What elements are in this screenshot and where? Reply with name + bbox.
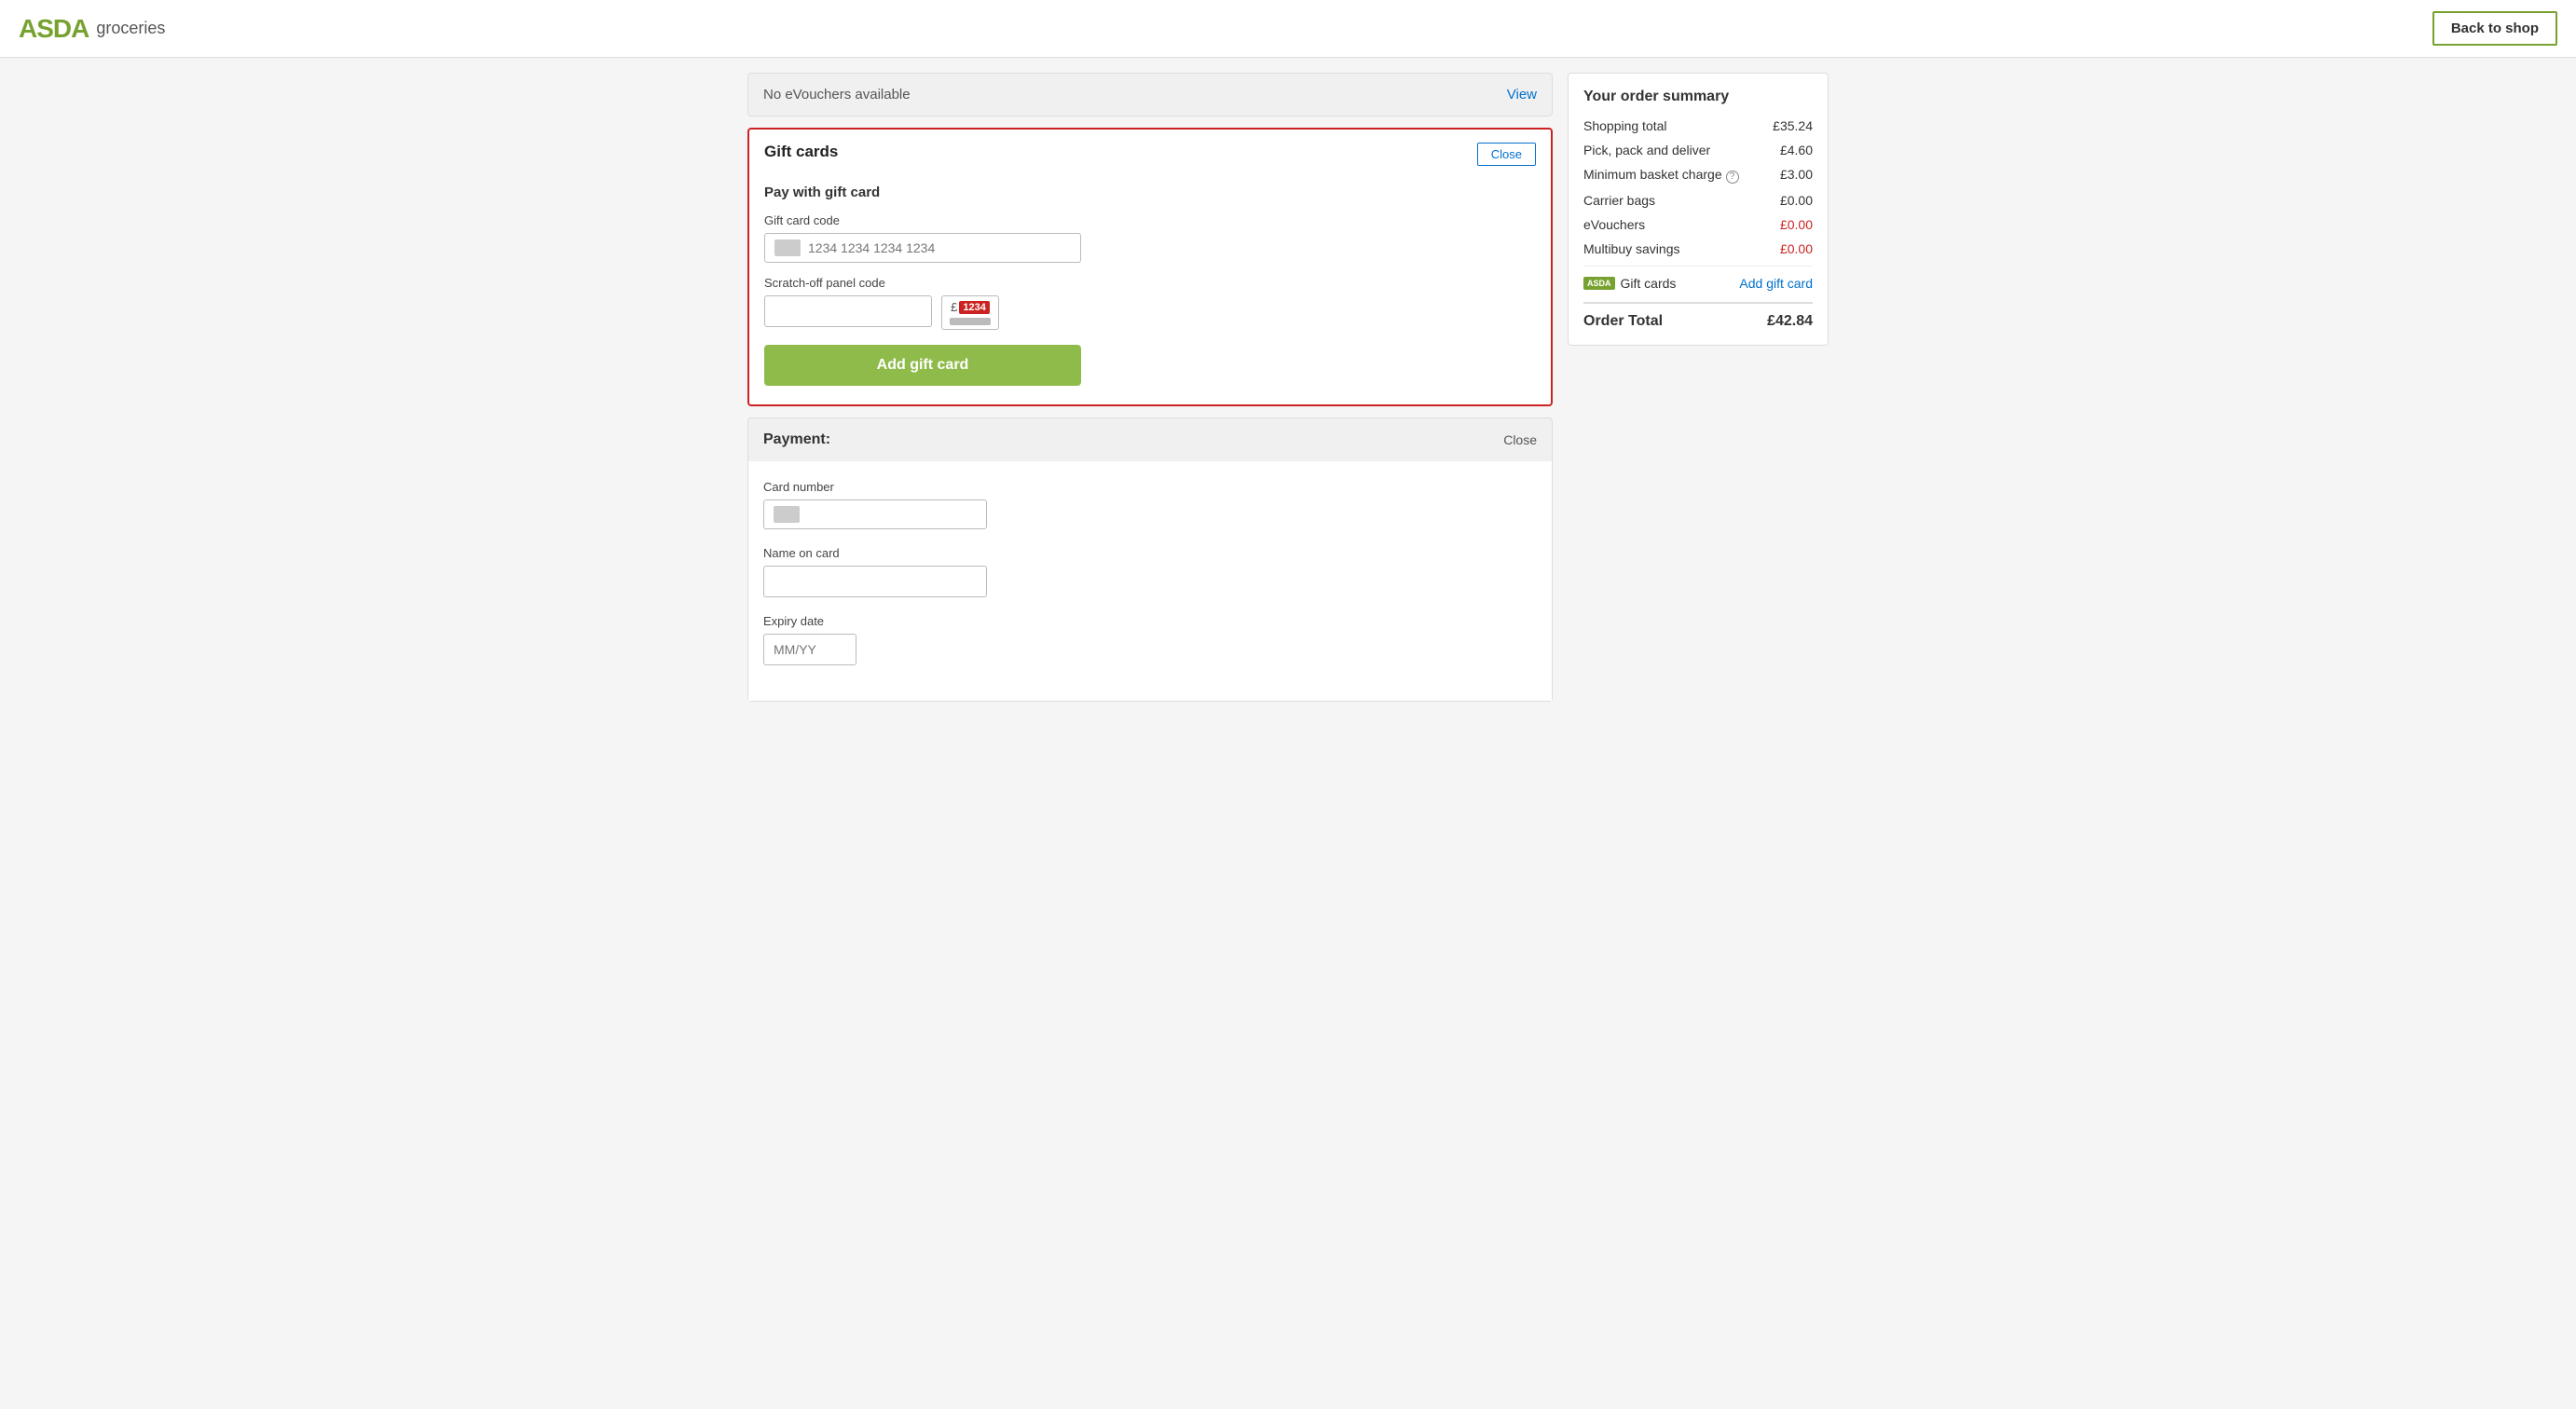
expiry-group: Expiry date: [763, 614, 1537, 665]
asda-logo: ASDA: [19, 14, 89, 44]
groceries-text: groceries: [96, 19, 165, 38]
expiry-input[interactable]: [763, 634, 856, 665]
gift-cards-close-button[interactable]: Close: [1477, 143, 1536, 166]
card-number-icon: [774, 506, 800, 523]
gift-cards-left: ASDA Gift cards: [1583, 276, 1676, 291]
right-column: Your order summary Shopping total£35.24 P…: [1568, 73, 1829, 702]
summary-row: Minimum basket charge?£3.00: [1583, 167, 1813, 184]
pound-sign: £: [951, 300, 957, 314]
summary-divider: [1583, 266, 1813, 267]
gift-cards-header: Gift cards Close: [749, 130, 1551, 175]
scratch-label: Scratch-off panel code: [764, 276, 1536, 290]
logo-area: ASDA groceries: [19, 14, 165, 44]
card-number-group: Card number: [763, 480, 1537, 529]
order-total-row: Order Total £42.84: [1583, 302, 1813, 330]
gift-cards-summary-label: Gift cards: [1621, 276, 1677, 291]
summary-row: Multibuy savings£0.00: [1583, 241, 1813, 256]
payment-header: Payment: Close: [748, 418, 1552, 461]
card-number-wrapper: [763, 499, 987, 529]
main-layout: No eVouchers available View Gift cards C…: [729, 58, 1847, 717]
gift-cards-summary-row: ASDA Gift cards Add gift card: [1583, 276, 1813, 291]
card-icon: [774, 239, 801, 256]
gift-cards-section: Gift cards Close Pay with gift card Gift…: [747, 128, 1553, 406]
payment-close-button[interactable]: Close: [1503, 432, 1537, 447]
add-gift-card-link[interactable]: Add gift card: [1739, 276, 1813, 291]
scratch-lines: [950, 318, 991, 325]
gift-cards-title: Gift cards: [764, 143, 838, 161]
card-number-input[interactable]: [807, 507, 977, 522]
order-summary: Your order summary Shopping total£35.24 P…: [1568, 73, 1829, 346]
card-number-label: Card number: [763, 480, 1537, 494]
evouchers-view-link[interactable]: View: [1507, 87, 1537, 103]
add-gift-card-button[interactable]: Add gift card: [764, 345, 1081, 386]
payment-body: Card number Name on card Expiry date: [748, 461, 1552, 701]
summary-row: Carrier bags£0.00: [1583, 193, 1813, 208]
pay-with-label: Pay with gift card: [764, 185, 1536, 200]
name-on-card-group: Name on card: [763, 546, 1537, 597]
summary-row: Shopping total£35.24: [1583, 118, 1813, 133]
payment-section: Payment: Close Card number Name on card …: [747, 417, 1553, 702]
left-column: No eVouchers available View Gift cards C…: [747, 73, 1553, 702]
expiry-label: Expiry date: [763, 614, 1537, 628]
card-code-input[interactable]: [808, 240, 1071, 255]
gift-cards-body: Pay with gift card Gift card code Scratc…: [749, 175, 1551, 404]
order-total-value: £42.84: [1767, 313, 1813, 330]
scratch-code-badge: 1234: [959, 301, 989, 314]
header: ASDA groceries Back to shop: [0, 0, 2576, 58]
scratch-icon-wrapper: £ 1234: [941, 295, 999, 330]
back-to-shop-button[interactable]: Back to shop: [2432, 11, 2557, 46]
card-code-label: Gift card code: [764, 213, 1536, 227]
summary-rows: Shopping total£35.24 Pick, pack and deliv…: [1583, 118, 1813, 256]
scratch-row: £ 1234: [764, 295, 1536, 330]
summary-row: eVouchers£0.00: [1583, 217, 1813, 232]
name-on-card-label: Name on card: [763, 546, 1537, 560]
order-total-label: Order Total: [1583, 313, 1663, 330]
card-code-input-wrapper: [764, 233, 1081, 263]
summary-row: Pick, pack and deliver£4.60: [1583, 143, 1813, 157]
evouchers-bar: No eVouchers available View: [747, 73, 1553, 116]
evouchers-message: No eVouchers available: [763, 87, 911, 103]
scratch-input[interactable]: [764, 295, 932, 327]
asda-mini-logo: ASDA: [1583, 277, 1615, 290]
help-icon[interactable]: ?: [1726, 171, 1739, 184]
order-summary-title: Your order summary: [1583, 89, 1813, 105]
payment-title: Payment:: [763, 431, 830, 448]
scratch-icon-top: £ 1234: [951, 300, 990, 314]
name-on-card-input[interactable]: [763, 566, 987, 597]
